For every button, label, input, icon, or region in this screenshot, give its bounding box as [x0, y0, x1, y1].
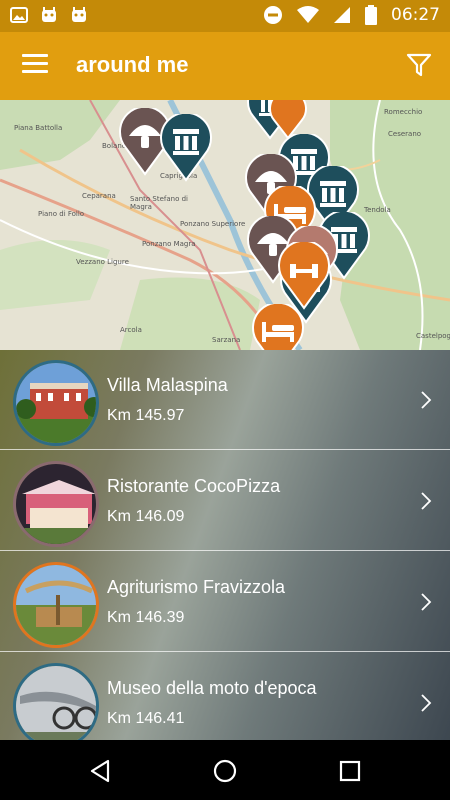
map-label: Ceparana — [82, 192, 116, 200]
farm-thumbnail — [13, 562, 99, 648]
map-label: Ponzano Superiore — [180, 220, 246, 228]
battery-icon — [365, 5, 377, 25]
places-list[interactable]: Villa Malaspina Km 145.97 Ristorante Coc… — [0, 350, 450, 740]
map-label: Romecchio — [384, 108, 423, 116]
back-icon[interactable] — [88, 758, 114, 784]
status-time: 06:27 — [391, 5, 440, 25]
image-icon — [10, 7, 28, 23]
android-icon — [72, 7, 86, 22]
chevron-right-icon[interactable] — [420, 693, 432, 713]
android-icon — [42, 7, 56, 22]
map-label: Sarzana — [212, 336, 241, 344]
status-bar: 06:27 — [0, 0, 450, 32]
list-item[interactable]: Villa Malaspina Km 145.97 — [0, 350, 450, 450]
wifi-icon — [297, 6, 319, 23]
list-item[interactable]: Ristorante CocoPizza Km 146.09 — [0, 451, 450, 551]
list-item[interactable]: Agriturismo Fravizzola Km 146.39 — [0, 552, 450, 652]
place-name: Museo della moto d'epoca — [107, 678, 317, 698]
place-name: Villa Malaspina — [107, 375, 228, 395]
system-nav-bar — [0, 740, 450, 800]
map-label: Ceserano — [388, 130, 422, 138]
home-icon[interactable] — [212, 758, 238, 784]
list-item[interactable]: Museo della moto d'epoca Km 146.41 — [0, 653, 450, 740]
hamburger-menu-icon[interactable] — [22, 54, 48, 76]
villa-thumbnail — [13, 360, 99, 446]
place-name: Ristorante CocoPizza — [107, 476, 281, 496]
map-view[interactable]: Piana Battolla Bolano Caprigliola Cepara… — [0, 100, 450, 350]
filter-funnel-icon[interactable] — [406, 52, 432, 78]
chevron-right-icon[interactable] — [420, 390, 432, 410]
map-label: Castelpog — [416, 332, 450, 340]
chevron-right-icon[interactable] — [420, 491, 432, 511]
app-bar: around me — [0, 32, 450, 100]
place-distance: Km 146.41 — [107, 710, 185, 727]
dumbbell-pin[interactable] — [276, 242, 332, 310]
signal-icon — [334, 7, 350, 23]
museum-thumbnail — [13, 663, 99, 740]
page-title: around me — [76, 52, 189, 77]
place-distance: Km 146.39 — [107, 609, 185, 626]
map-label: Piana Battolla — [14, 124, 63, 132]
place-name: Agriturismo Fravizzola — [107, 577, 286, 597]
map-label: Ponzano Magra — [142, 240, 196, 248]
map-label: Vezzano Ligure — [76, 258, 129, 266]
recents-icon[interactable] — [337, 758, 363, 784]
map-label: Arcola — [120, 326, 142, 334]
do-not-disturb-icon — [264, 6, 282, 24]
restaurant-thumbnail — [13, 461, 99, 547]
map-label: Piano di Follo — [38, 210, 85, 218]
place-distance: Km 146.09 — [107, 508, 185, 525]
place-distance: Km 145.97 — [107, 407, 185, 424]
bed-pin[interactable] — [250, 304, 306, 350]
map-label: Santo Stefano di Magra — [130, 195, 189, 211]
museum-pin[interactable] — [158, 114, 214, 182]
chevron-right-icon[interactable] — [420, 592, 432, 612]
